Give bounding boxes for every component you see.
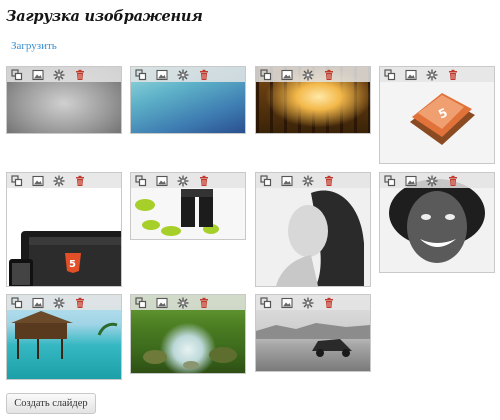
page-title: Загрузка изображения — [6, 8, 203, 25]
trash-icon[interactable] — [74, 297, 86, 309]
image-card-gray-gradient — [6, 66, 122, 134]
image-icon[interactable] — [281, 297, 293, 309]
crop-icon[interactable] — [11, 296, 23, 309]
settings-icon[interactable] — [177, 175, 189, 187]
image-icon[interactable] — [156, 175, 168, 187]
settings-icon[interactable] — [426, 175, 438, 187]
crop-icon[interactable] — [135, 174, 147, 187]
image-card-tablet-html5: 5 — [6, 172, 122, 287]
image-toolbar — [131, 173, 245, 188]
trash-icon[interactable] — [198, 175, 210, 187]
settings-icon[interactable] — [302, 175, 314, 187]
crop-icon[interactable] — [11, 174, 23, 187]
crop-icon[interactable] — [260, 68, 272, 81]
settings-icon[interactable] — [53, 69, 65, 81]
svg-text:5: 5 — [69, 259, 76, 270]
image-card-woman-hair-portrait — [255, 172, 371, 287]
image-icon[interactable] — [405, 175, 417, 187]
trash-icon[interactable] — [198, 297, 210, 309]
settings-icon[interactable] — [53, 175, 65, 187]
image-card-html5-logo-3d: 5 — [379, 66, 495, 164]
settings-icon[interactable] — [177, 297, 189, 309]
image-card-vintage-car-bw — [255, 294, 371, 372]
image-toolbar — [256, 173, 370, 188]
image-toolbar — [256, 295, 370, 310]
image-thumbnail[interactable] — [256, 173, 370, 286]
settings-icon[interactable] — [177, 69, 189, 81]
image-card-tropical-bungalow — [6, 294, 122, 380]
trash-icon[interactable] — [323, 69, 335, 81]
image-toolbar — [380, 67, 494, 82]
crop-icon[interactable] — [384, 174, 396, 187]
woman-hair-portrait-image — [276, 190, 364, 286]
image-card-blue-teal-gradient — [130, 66, 246, 134]
trash-icon[interactable] — [323, 175, 335, 187]
trash-icon[interactable] — [198, 69, 210, 81]
image-card-forest-stream — [130, 294, 246, 374]
settings-icon[interactable] — [302, 297, 314, 309]
image-toolbar — [131, 295, 245, 310]
trash-icon[interactable] — [447, 69, 459, 81]
image-card-green-cloud-boxes — [130, 172, 246, 240]
image-icon[interactable] — [32, 175, 44, 187]
crop-icon[interactable] — [384, 68, 396, 81]
image-icon[interactable] — [156, 297, 168, 309]
image-icon[interactable] — [281, 69, 293, 81]
settings-icon[interactable] — [53, 297, 65, 309]
image-thumbnail[interactable]: 5 — [7, 173, 121, 286]
image-icon[interactable] — [405, 69, 417, 81]
image-card-sunlit-forest — [255, 66, 371, 134]
image-toolbar — [7, 67, 121, 82]
settings-icon[interactable] — [426, 69, 438, 81]
trash-icon[interactable] — [447, 175, 459, 187]
upload-link[interactable]: Загрузить — [11, 40, 57, 52]
image-icon[interactable] — [281, 175, 293, 187]
crop-icon[interactable] — [260, 296, 272, 309]
image-toolbar — [380, 173, 494, 188]
image-toolbar — [256, 67, 370, 82]
crop-icon[interactable] — [11, 68, 23, 81]
create-slider-button[interactable]: Создать слайдер — [6, 393, 96, 414]
image-toolbar — [131, 67, 245, 82]
crop-icon[interactable] — [135, 296, 147, 309]
trash-icon[interactable] — [323, 297, 335, 309]
image-icon[interactable] — [32, 297, 44, 309]
image-icon[interactable] — [156, 69, 168, 81]
image-toolbar — [7, 173, 121, 188]
crop-icon[interactable] — [260, 174, 272, 187]
trash-icon[interactable] — [74, 175, 86, 187]
crop-icon[interactable] — [135, 68, 147, 81]
trash-icon[interactable] — [74, 69, 86, 81]
settings-icon[interactable] — [302, 69, 314, 81]
image-toolbar — [7, 295, 121, 310]
image-icon[interactable] — [32, 69, 44, 81]
tablet-html5-image: 5 — [9, 231, 121, 286]
image-card-smiling-woman-portrait — [379, 172, 495, 273]
